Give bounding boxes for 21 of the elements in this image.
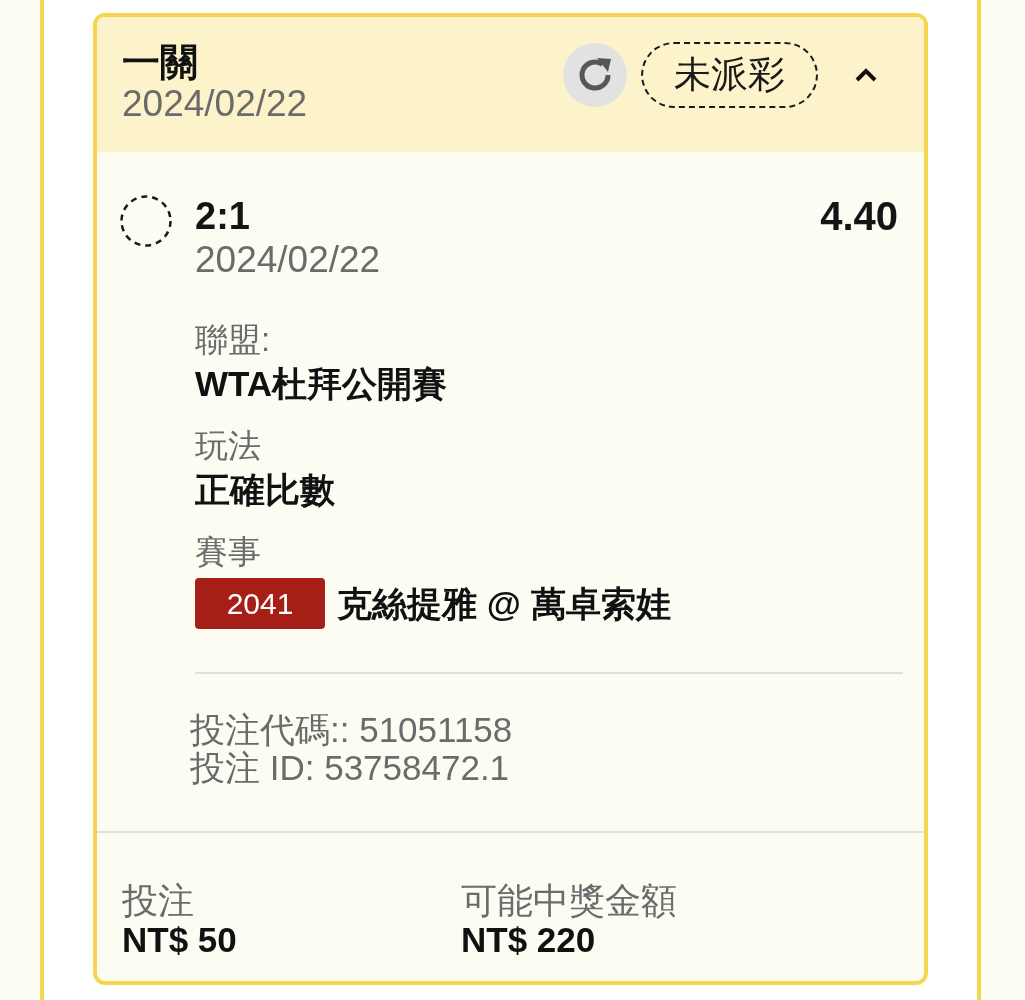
collapse-toggle[interactable] (854, 67, 878, 83)
event-teams: 克絲提雅 @ 萬卓索娃 (337, 582, 671, 625)
bet-date: 2024/02/22 (122, 83, 308, 125)
selection-date: 2024/02/22 (195, 238, 382, 282)
chevron-up-icon (854, 67, 878, 83)
market-label: 玩法 (195, 426, 262, 466)
bet-code: 投注代碼:: 51051158 (190, 711, 514, 749)
league-label: 聯盟: (195, 320, 272, 360)
status-tag: 未派彩 (641, 42, 818, 108)
stake-value: NT$ 50 (122, 920, 238, 960)
payout-value: NT$ 220 (461, 920, 597, 960)
selection-odds: 4.40 (820, 194, 898, 238)
event-number-tag: 2041 (195, 578, 325, 629)
bet-id: 投注 ID: 53758472.1 (190, 749, 511, 787)
bet-type-title: 一關 (122, 41, 199, 83)
selection-pick: 2:1 (195, 194, 250, 238)
league-value: WTA杜拜公開賽 (195, 363, 449, 405)
event-label: 賽事 (195, 532, 262, 572)
market-value: 正確比數 (195, 469, 336, 511)
payout-label: 可能中獎金額 (461, 882, 678, 920)
stake-label: 投注 (122, 882, 195, 920)
